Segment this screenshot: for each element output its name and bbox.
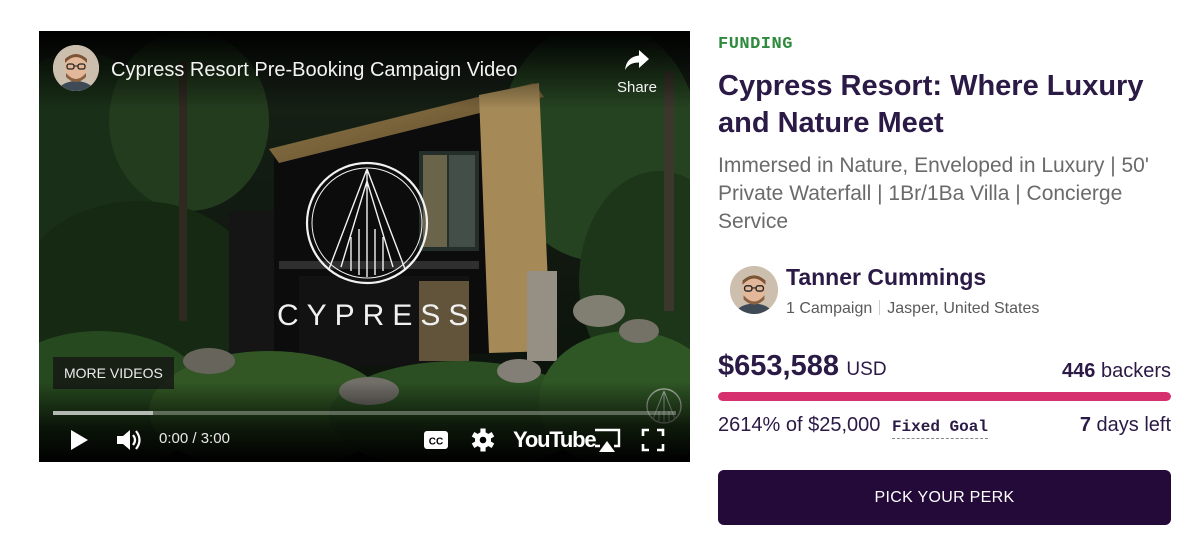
backers-count: 446 bbox=[1062, 360, 1096, 382]
volume-icon bbox=[117, 430, 141, 450]
backers-label: backers bbox=[1100, 360, 1171, 382]
current-time: 0:00 bbox=[159, 430, 189, 447]
campaign-title: Cypress Resort: Where Luxury and Nature … bbox=[718, 70, 1144, 139]
share-button[interactable]: Share bbox=[612, 49, 662, 99]
person-avatar-icon bbox=[730, 266, 778, 314]
volume-button[interactable] bbox=[115, 425, 143, 455]
creator-location: Jasper, United States bbox=[887, 300, 1040, 317]
share-arrow-icon bbox=[625, 50, 649, 70]
video-title-link[interactable]: Cypress Resort Pre-Booking Campaign Vide… bbox=[111, 59, 518, 82]
airplay-button[interactable] bbox=[591, 425, 623, 455]
settings-gear-icon bbox=[471, 428, 495, 452]
creator-campaign-count: 1 Campaign bbox=[786, 300, 873, 317]
video-player[interactable]: CYPRESS Cypress Resort Pre-Booking Campa… bbox=[39, 31, 690, 462]
creator-meta: 1 Campaign Jasper, United States bbox=[786, 300, 1039, 318]
person-avatar-icon bbox=[53, 45, 99, 91]
pick-your-perk-button[interactable]: PICK YOUR PERK bbox=[718, 470, 1171, 525]
amount-currency: USD bbox=[846, 359, 887, 380]
creator-name-link[interactable]: Tanner Cummings bbox=[786, 264, 986, 291]
buffered-progress bbox=[53, 411, 153, 415]
amount-raised: $653,588 USD bbox=[718, 350, 887, 383]
campaign-tagline: Immersed in Nature, Enveloped in Luxury … bbox=[718, 154, 1149, 233]
days-left-count: 7 bbox=[1079, 414, 1091, 436]
creator-avatar[interactable] bbox=[730, 266, 778, 314]
play-button[interactable] bbox=[67, 425, 91, 455]
days-left-label: days left bbox=[1096, 414, 1171, 436]
cypress-brand-wordmark: CYPRESS bbox=[277, 299, 477, 332]
time-readout: 0:00 / 3:00 bbox=[159, 430, 230, 447]
video-progress-bar[interactable] bbox=[53, 411, 676, 415]
amount-raised-value: $653,588 bbox=[718, 350, 839, 382]
captions-button[interactable]: CC bbox=[423, 425, 449, 455]
channel-avatar[interactable] bbox=[53, 45, 99, 91]
backers-summary: 446 backers bbox=[1062, 360, 1171, 383]
goal-amount: of $25,000 bbox=[785, 414, 881, 436]
settings-button[interactable] bbox=[470, 425, 496, 455]
youtube-logo-text: YouTube bbox=[513, 427, 597, 452]
fullscreen-button[interactable] bbox=[640, 425, 666, 455]
percent-funded: 2614% bbox=[718, 414, 781, 436]
svg-text:CC: CC bbox=[429, 437, 443, 448]
cypress-logo-emblem bbox=[305, 161, 429, 285]
campaign-category: FUNDING bbox=[718, 35, 793, 54]
airplay-icon bbox=[595, 428, 621, 452]
days-left-summary: 7 days left bbox=[1080, 414, 1171, 437]
funding-progress-fill bbox=[718, 392, 1171, 401]
goal-summary: 2614% of $25,000 Fixed Goal bbox=[718, 414, 988, 439]
closed-captions-icon: CC bbox=[424, 431, 448, 449]
goal-type-tooltip-trigger[interactable]: Fixed Goal bbox=[891, 418, 988, 439]
meta-divider bbox=[879, 300, 881, 315]
fullscreen-icon bbox=[641, 428, 665, 452]
duration: 3:00 bbox=[200, 430, 230, 447]
funding-progress-bar bbox=[718, 392, 1171, 401]
youtube-logo-button[interactable]: YouTube bbox=[513, 425, 597, 455]
share-label: Share bbox=[616, 79, 658, 96]
play-icon bbox=[71, 430, 88, 450]
time-separator: / bbox=[192, 430, 201, 447]
